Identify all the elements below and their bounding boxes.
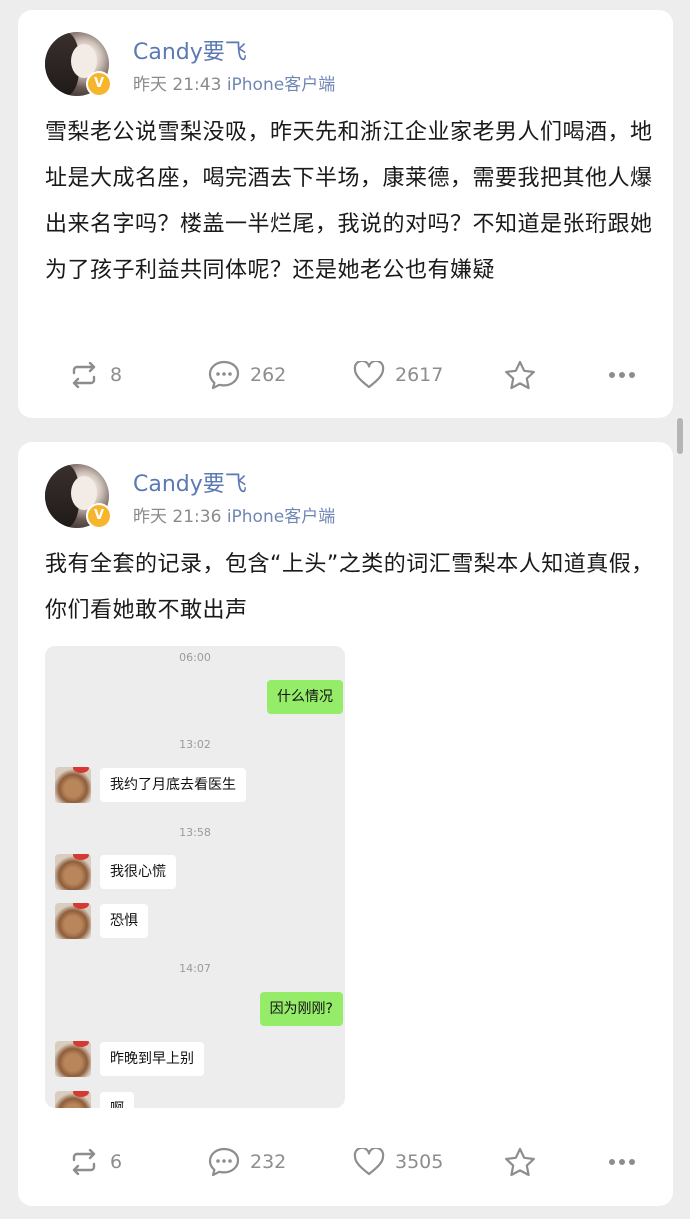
repost-icon <box>72 1149 96 1175</box>
comment-icon <box>208 360 240 390</box>
post-text: 我有全套的记录，包含“上头”之类的词汇雪梨本人知道真假，你们看她敢不敢出声 <box>45 552 654 623</box>
verified-badge-icon: V <box>86 503 112 529</box>
star-icon <box>505 1147 535 1177</box>
post-meta: 昨天 21:43 iPhone客户端 <box>133 70 335 95</box>
post-source[interactable]: iPhone客户端 <box>227 75 335 95</box>
author-name[interactable]: Candy要飞 <box>133 466 247 498</box>
star-icon <box>505 360 535 390</box>
comment-button[interactable]: 262 <box>208 355 286 395</box>
comment-count: 232 <box>250 1151 287 1173</box>
post-actions: 6 232 3505 <box>18 1142 673 1182</box>
comment-icon <box>208 1147 240 1177</box>
verified-badge-icon: V <box>86 71 112 97</box>
chat-avatar <box>55 1091 91 1108</box>
chat-bubble-sent: 什么情况 <box>267 680 343 714</box>
chat-bubble-received: 恐惧 <box>100 904 148 938</box>
repost-button[interactable]: 8 <box>68 355 122 395</box>
author-name[interactable]: Candy要飞 <box>133 34 247 66</box>
chat-avatar <box>55 767 91 803</box>
like-count: 3505 <box>395 1151 444 1173</box>
chat-bubble-received: 我很心慌 <box>100 855 176 889</box>
chat-timestamp: 06:00 <box>179 651 211 664</box>
more-icon <box>609 372 635 378</box>
post-text: 雪梨老公说雪梨没吸，昨天先和浙江企业家老男人们喝酒，地址是大成名座，喝完酒去下半… <box>45 120 653 283</box>
chat-bubble-received: 啊 <box>100 1092 134 1108</box>
weibo-post-card[interactable]: V Candy要飞 昨天 21:36 iPhone客户端 我有全套的记录，包含“… <box>18 442 673 1206</box>
post-actions: 8 262 2617 <box>18 355 673 395</box>
post-source[interactable]: iPhone客户端 <box>227 507 335 527</box>
more-button[interactable] <box>608 355 636 395</box>
post-time: 昨天 21:36 <box>133 507 222 527</box>
repost-count: 6 <box>110 1151 123 1173</box>
post-time: 昨天 21:43 <box>133 75 222 95</box>
like-count: 2617 <box>395 364 444 386</box>
like-button[interactable]: 3505 <box>353 1142 443 1182</box>
chat-avatar <box>55 854 91 890</box>
chat-timestamp: 13:58 <box>179 826 211 839</box>
more-button[interactable] <box>608 1142 636 1182</box>
repost-icon <box>72 362 96 388</box>
repost-button[interactable]: 6 <box>68 1142 122 1182</box>
chat-bubble-sent: 因为刚刚? <box>259 992 343 1026</box>
post-meta: 昨天 21:36 iPhone客户端 <box>133 502 335 527</box>
favorite-button[interactable] <box>504 1142 536 1182</box>
comment-count: 262 <box>250 364 287 386</box>
chat-avatar <box>55 903 91 939</box>
like-button[interactable]: 2617 <box>353 355 443 395</box>
comment-button[interactable]: 232 <box>208 1142 286 1182</box>
chat-avatar <box>55 1041 91 1077</box>
weibo-post-card[interactable]: V Candy要飞 昨天 21:43 iPhone客户端 雪梨老公说雪梨没吸，昨… <box>18 10 673 418</box>
more-icon <box>609 1159 635 1165</box>
favorite-button[interactable] <box>504 355 536 395</box>
heart-icon <box>353 361 385 389</box>
scrollbar[interactable] <box>677 418 683 454</box>
chat-timestamp: 14:07 <box>179 962 211 975</box>
heart-icon <box>353 1148 385 1176</box>
chat-bubble-received: 昨晚到早上别 <box>100 1042 204 1076</box>
repost-count: 8 <box>110 364 123 386</box>
chat-timestamp: 13:02 <box>179 738 211 751</box>
chat-screenshot-image[interactable]: 06:00 什么情况 13:02 我约了月底去看医生 13:58 我很心慌 恐惧… <box>45 646 345 1108</box>
chat-bubble-received: 我约了月底去看医生 <box>100 768 246 802</box>
